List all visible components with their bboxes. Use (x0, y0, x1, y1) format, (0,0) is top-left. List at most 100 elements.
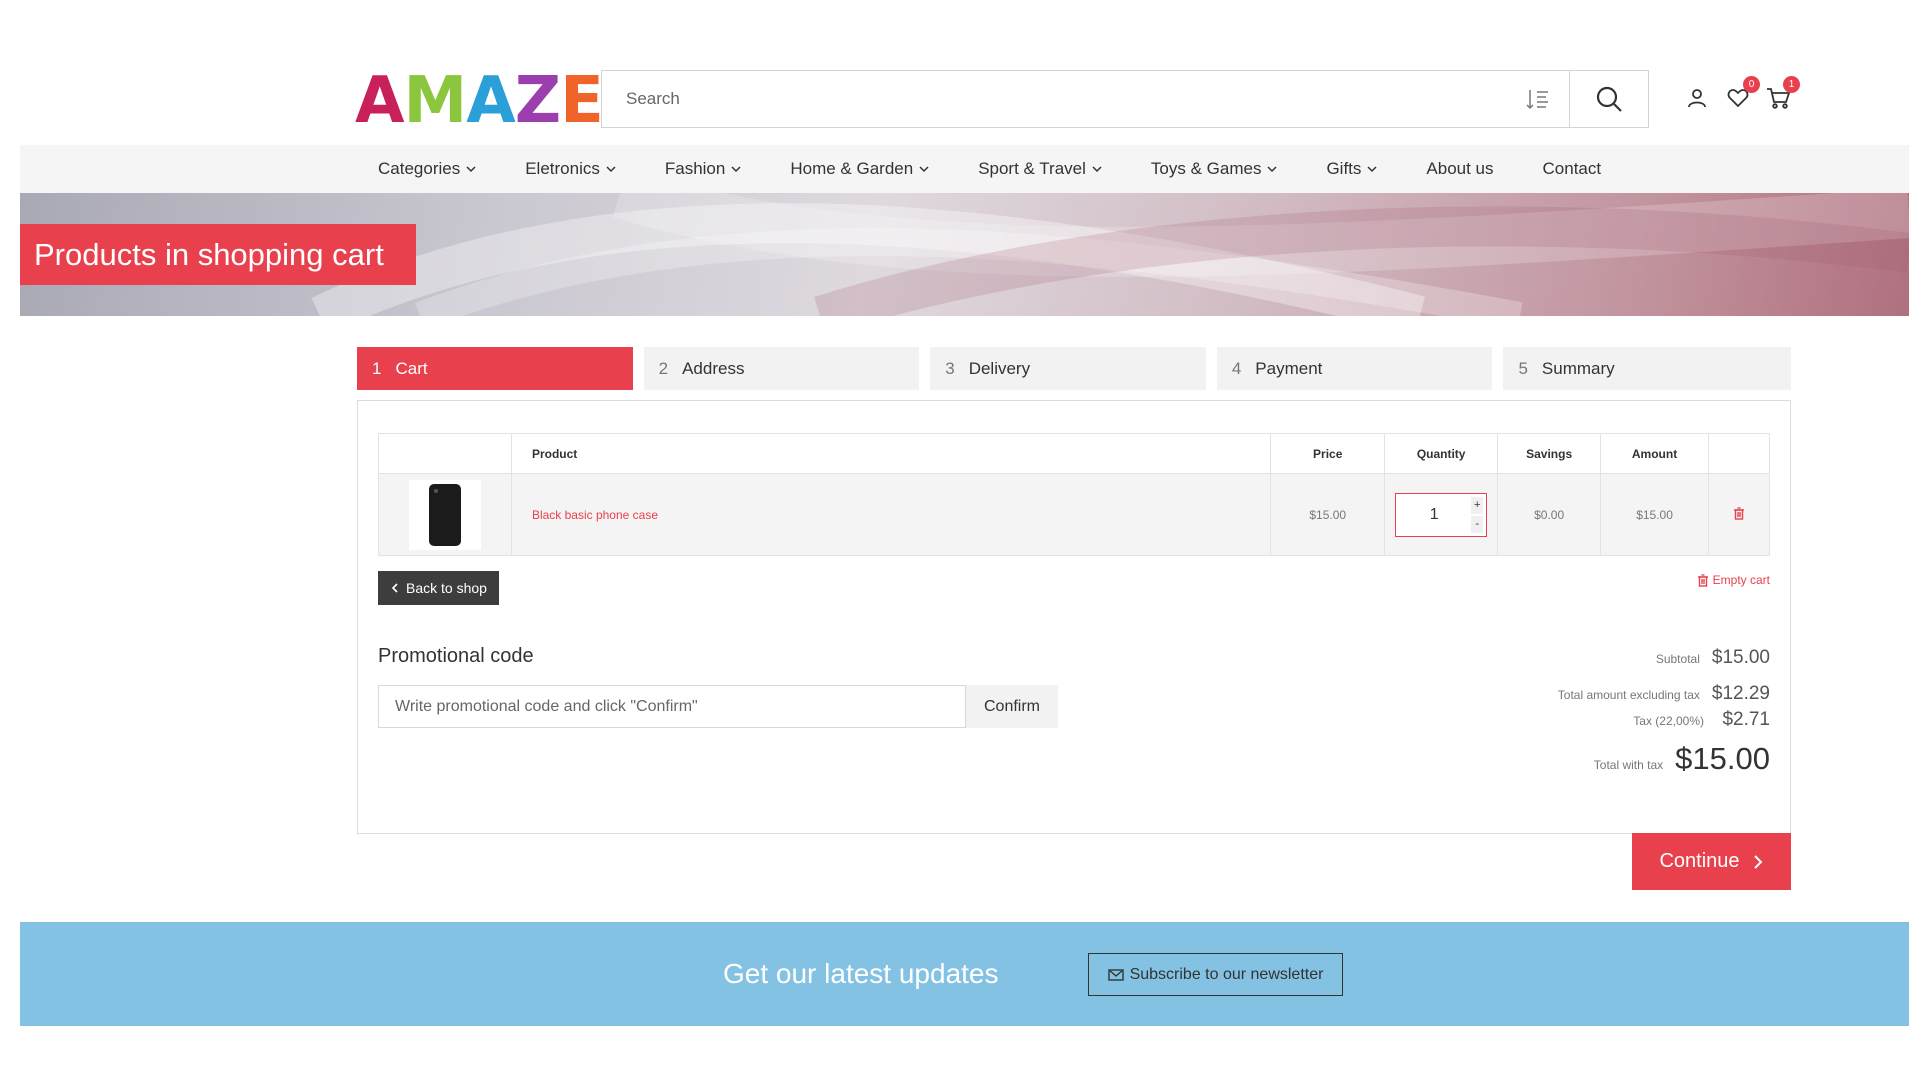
nav-item-eletronics[interactable]: Eletronics (525, 159, 616, 179)
product-link[interactable]: Black basic phone case (532, 508, 658, 522)
wishlist-button[interactable]: 0 (1724, 76, 1760, 112)
step-payment[interactable]: 4 Payment (1216, 347, 1493, 390)
quantity-cell: 1 + - (1384, 473, 1499, 556)
promo-code-input[interactable] (378, 685, 966, 728)
subtotal-label: Subtotal (1655, 652, 1700, 666)
chevron-down-icon (1092, 166, 1102, 173)
logo-letter: Z (514, 64, 561, 138)
account-button[interactable] (1683, 84, 1711, 112)
chevron-down-icon (606, 166, 616, 173)
total-value: $15.00 (1675, 741, 1770, 776)
column-header-amount: Amount (1600, 433, 1710, 474)
nav-item-label: Home & Garden (790, 159, 914, 178)
search-button[interactable] (1569, 70, 1649, 128)
nav-item-label: Sport & Travel (978, 159, 1086, 178)
nav-item-home-garden[interactable]: Home & Garden (790, 159, 929, 179)
product-name-cell: Black basic phone case (510, 473, 1272, 556)
nav-menu: Categories Eletronics Fashion Home & Garden… (378, 145, 1650, 193)
checkout-steps: 1 Cart 2 Address 3 Delivery 4 Payment 5 Summary (357, 347, 1792, 390)
logo-letter: A (355, 64, 405, 138)
wishlist-count-badge: 0 (1743, 76, 1760, 93)
step-label: Summary (1541, 358, 1615, 378)
step-label: Delivery (968, 358, 1031, 378)
back-to-shop-label: Back to shop (406, 580, 487, 596)
quantity-decrease-button[interactable]: - (1471, 515, 1484, 533)
nav-item-label: Gifts (1326, 159, 1362, 178)
quantity-input[interactable]: 1 (1396, 494, 1472, 536)
chevron-down-icon (919, 166, 929, 173)
list-filter-icon[interactable] (1526, 86, 1552, 112)
search-input[interactable] (602, 71, 1542, 127)
step-number: 2 (658, 358, 669, 378)
site-logo[interactable]: AMAZE (355, 64, 604, 138)
phone-case-image (428, 483, 461, 546)
subscribe-label: Subscribe to our newsletter (1129, 965, 1324, 983)
column-header-savings: Savings (1497, 433, 1602, 474)
step-label: Payment (1255, 358, 1323, 378)
promo-code-heading: Promotional code (378, 645, 534, 667)
nav-item-contact[interactable]: Contact (1543, 159, 1602, 179)
newsletter-section: Get our latest updates Subscribe to our … (20, 922, 1909, 1026)
step-label: Cart (395, 358, 428, 378)
total-label: Total with tax (1593, 758, 1664, 772)
back-to-shop-button[interactable]: Back to shop (378, 571, 499, 605)
savings-cell: $0.00 (1497, 473, 1602, 556)
nav-item-sport-travel[interactable]: Sport & Travel (978, 159, 1102, 179)
column-header-product: Product (510, 433, 1272, 474)
tax-value: $2.71 (1722, 709, 1770, 730)
nav-item-label: Categories (378, 159, 461, 178)
step-cart[interactable]: 1 Cart (357, 347, 633, 390)
nav-item-label: Toys & Games (1150, 159, 1262, 178)
page-title: Products in shopping cart (20, 224, 416, 285)
chevron-left-icon (391, 583, 398, 593)
trash-icon[interactable] (1733, 506, 1745, 520)
excl-tax-label: Total amount excluding tax (1557, 688, 1700, 702)
nav-item-about-us[interactable]: About us (1426, 159, 1493, 179)
step-label: Address (682, 358, 745, 378)
product-image-cell (378, 473, 512, 556)
table-row: Black basic phone case $15.00 1 + - $0.0… (378, 473, 1770, 556)
step-delivery[interactable]: 3 Delivery (930, 347, 1206, 390)
tax-label: Tax (22,00%) (1633, 714, 1704, 728)
price-cell: $15.00 (1270, 473, 1386, 556)
column-header-price: Price (1270, 433, 1386, 474)
nav-item-label: Fashion (664, 159, 726, 178)
chevron-down-icon (466, 166, 476, 173)
newsletter-title: Get our latest updates (723, 958, 999, 989)
cart-count-badge: 1 (1783, 76, 1800, 93)
page-banner: Products in shopping cart (20, 193, 1909, 316)
envelope-icon (1107, 968, 1124, 981)
chevron-down-icon (1267, 166, 1277, 173)
nav-item-label: Contact (1542, 159, 1602, 178)
cart-table: Product Price Quantity Savings Amount Bl… (378, 433, 1770, 556)
confirm-promo-button[interactable]: Confirm (966, 685, 1058, 728)
quantity-increase-button[interactable]: + (1471, 496, 1484, 514)
empty-cart-link[interactable]: Empty cart (1697, 573, 1770, 587)
search-bar (601, 70, 1649, 128)
empty-cart-label: Empty cart (1712, 573, 1770, 587)
subtotal-row: Subtotal $15.00 (1656, 647, 1770, 669)
cart-button[interactable]: 1 (1764, 76, 1800, 112)
nav-item-gifts[interactable]: Gifts (1326, 159, 1377, 179)
quantity-stepper: 1 + - (1395, 492, 1488, 537)
cart-panel: Product Price Quantity Savings Amount Bl… (357, 400, 1791, 834)
trash-icon (1697, 573, 1708, 587)
nav-item-fashion[interactable]: Fashion (665, 159, 741, 179)
nav-item-toys-games[interactable]: Toys & Games (1151, 159, 1278, 179)
subscribe-newsletter-button[interactable]: Subscribe to our newsletter (1088, 953, 1343, 996)
step-number: 4 (1231, 358, 1242, 378)
continue-button[interactable]: Continue (1632, 833, 1791, 890)
chevron-right-icon (1753, 854, 1762, 869)
total-row: Total with tax $15.00 (1594, 741, 1770, 777)
product-thumbnail[interactable] (408, 479, 481, 550)
column-header-actions (1708, 433, 1770, 474)
continue-label: Continue (1659, 850, 1740, 872)
search-icon (1596, 86, 1622, 112)
step-address[interactable]: 2 Address (643, 347, 920, 390)
nav-item-categories[interactable]: Categories (378, 159, 476, 179)
step-number: 1 (372, 358, 382, 378)
subtotal-value: $15.00 (1711, 647, 1770, 668)
step-summary[interactable]: 5 Summary (1503, 347, 1792, 390)
nav-item-label: About us (1426, 159, 1494, 178)
user-icon (1688, 89, 1706, 108)
